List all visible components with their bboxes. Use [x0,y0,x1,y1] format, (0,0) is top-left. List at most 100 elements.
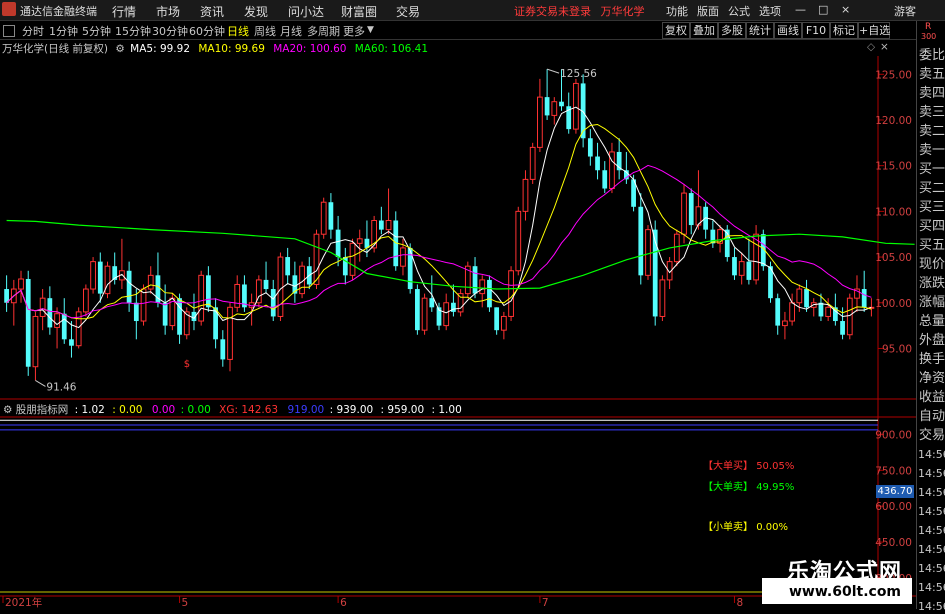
big-buy-text: 【大单买】 [703,461,753,472]
indicator-gear-icon[interactable]: ⚙ [3,404,12,416]
time-tick-label: 6 [340,597,347,609]
sidebar-item[interactable]: 外盘 [919,333,945,348]
sidebar-r-num: 300 [921,32,937,41]
sidebar-item[interactable]: 换手 [919,352,945,367]
price-tick-label: 105.00 [875,252,912,264]
candle-body [177,298,182,335]
sidebar-item[interactable]: 14:56 [918,561,945,576]
indicator-v1: : 1.02 [74,404,105,416]
sidebar-item[interactable]: 卖一 [919,143,945,158]
candle-body [573,82,579,130]
sidebar-item[interactable]: 买五 [919,238,945,253]
sidebar-item[interactable]: 14:56 [918,466,945,481]
sidebar-item[interactable]: 总量 [919,314,945,329]
candle-body [529,146,536,180]
indicator-v4: : 0.00 [180,404,211,416]
candle-body [840,321,845,335]
small-sell-value: 0.00% [756,522,788,533]
small-sell-text: 【小单卖】 [703,522,753,533]
sidebar-item[interactable]: 涨跌 [919,276,945,291]
candle-body [328,202,334,230]
sidebar-item[interactable]: 14:56 [918,542,945,557]
big-buy-value: 50.05% [756,461,795,472]
sidebar-r-label: R [925,22,932,32]
price-tick-label: 125.00 [875,69,912,81]
time-tick-label: 5 [182,597,189,609]
candle-body [140,288,147,322]
price-tick-label: 120.00 [875,115,912,127]
candle-body [162,302,168,326]
candle-body [551,101,558,116]
candle-body [263,279,269,290]
candle-body [645,229,651,276]
min-price-pointer [35,380,46,387]
candle-body [443,302,450,327]
sidebar-item[interactable]: 卖三 [919,105,945,120]
candle-body [638,206,644,276]
candle-body [500,315,507,331]
sidebar-item[interactable]: 14:56 [918,447,945,462]
sidebar-item[interactable]: 14:56 [918,599,945,614]
big-sell-label: 【大单卖】 49.95% [703,478,794,493]
candle-body [846,297,853,336]
candle-body [732,257,737,276]
candle-body [400,247,406,267]
sidebar-item[interactable]: 卖四 [919,86,945,101]
candle-body [133,302,139,322]
quote-sidebar: R 300 委比卖五卖四卖三卖二卖一买一买二买三买四买五现价涨跌涨幅总量外盘换手… [916,21,945,613]
candle-body [47,298,53,328]
candle-body [479,279,486,295]
min-price-label: 91.46 [46,381,76,393]
candle-body [451,302,456,312]
sidebar-item[interactable]: 委比 [919,48,945,63]
sidebar-item[interactable]: 14:56 [918,504,945,519]
sidebar-item[interactable]: 卖二 [919,124,945,139]
indicator-v2: : 0.00 [112,404,143,416]
indicator-tick-label: 750.00 [875,465,912,477]
candle-body [25,278,31,367]
price-tick-label: 95.00 [882,343,912,355]
candle-body [415,289,420,331]
candle-body [206,275,211,308]
sidebar-item[interactable]: 14:56 [918,523,945,538]
candle-body [356,238,363,244]
sidebar-item[interactable]: 买二 [919,181,945,196]
candle-body [472,266,478,294]
sidebar-item[interactable]: 净资 [919,371,945,386]
time-tick-label: 2021年 [5,596,42,609]
indicator-tick-label: 600.00 [875,501,912,513]
sidebar-item[interactable]: 涨幅 [919,295,945,310]
watermark-url: www.60lt.com [789,584,902,600]
candle-body [494,307,500,331]
candle-body [213,307,218,340]
sidebar-item[interactable]: 14:56 [918,485,945,500]
sidebar-item[interactable]: 买三 [919,200,945,215]
candle-body [277,256,284,317]
candle-body [147,274,154,290]
candle-body [659,279,666,317]
candle-body [285,257,291,276]
candle-body [789,302,796,322]
candle-body [69,339,74,346]
candle-body [587,138,593,157]
sidebar-item[interactable]: 买四 [919,219,945,234]
candle-body [82,288,89,313]
sidebar-item[interactable]: 14:56 [918,580,945,595]
candle-body [515,210,522,272]
candle-body [825,306,832,317]
candle-body [335,229,341,258]
candle-body [90,261,96,290]
candle-body [270,289,276,317]
candle-body [32,315,39,368]
sidebar-item[interactable]: 现价 [919,257,945,272]
candle-body [61,313,67,340]
sidebar-item[interactable]: 交易 [919,428,945,443]
sidebar-item[interactable]: 收益 [919,390,945,405]
sidebar-item[interactable]: 买一 [919,162,945,177]
candle-body [673,233,680,263]
candle-body [39,297,46,317]
big-sell-value: 49.95% [756,482,795,493]
max-price-pointer [546,68,560,74]
sidebar-item[interactable]: 自动 [919,409,945,424]
sidebar-item[interactable]: 卖五 [919,67,945,82]
